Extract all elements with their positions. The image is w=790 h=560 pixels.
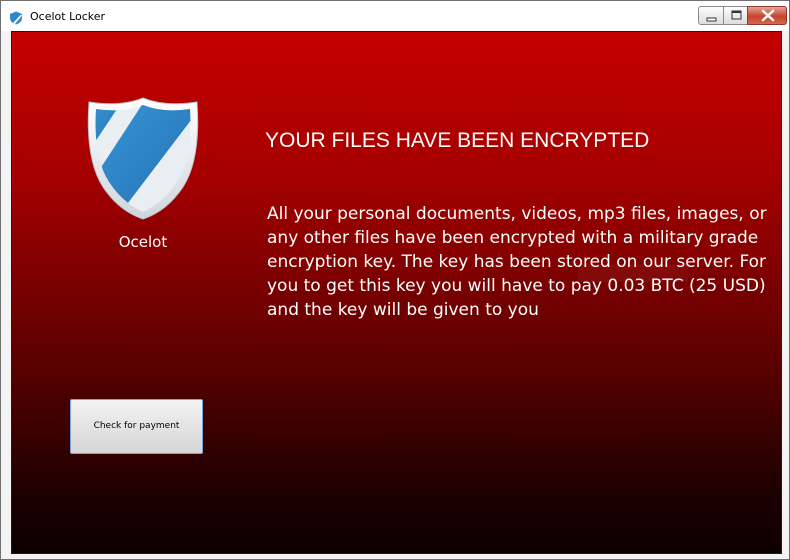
title-bar[interactable]: Ocelot Locker	[1, 1, 789, 31]
ransom-message: All your personal documents, videos, mp3…	[267, 204, 767, 320]
ransom-headline: YOUR FILES HAVE BEEN ENCRYPTED	[265, 129, 650, 152]
maximize-button[interactable]	[723, 6, 748, 25]
maximize-icon	[731, 10, 742, 20]
app-window: Ocelot Locker Ocelot YOUR FILES HAVE BEE…	[0, 0, 790, 560]
faint-watermark	[578, 264, 688, 282]
ransom-panel: Ocelot YOUR FILES HAVE BEEN ENCRYPTED Al…	[11, 31, 782, 554]
window-title: Ocelot Locker	[30, 10, 106, 23]
close-button[interactable]	[747, 6, 787, 25]
minimize-icon	[706, 17, 717, 22]
brand-name: Ocelot	[118, 233, 168, 251]
check-for-payment-button[interactable]: Check for payment	[70, 399, 203, 454]
app-shield-icon	[9, 10, 23, 25]
shield-icon	[87, 97, 199, 220]
minimize-button[interactable]	[698, 6, 724, 25]
close-icon	[761, 9, 775, 22]
